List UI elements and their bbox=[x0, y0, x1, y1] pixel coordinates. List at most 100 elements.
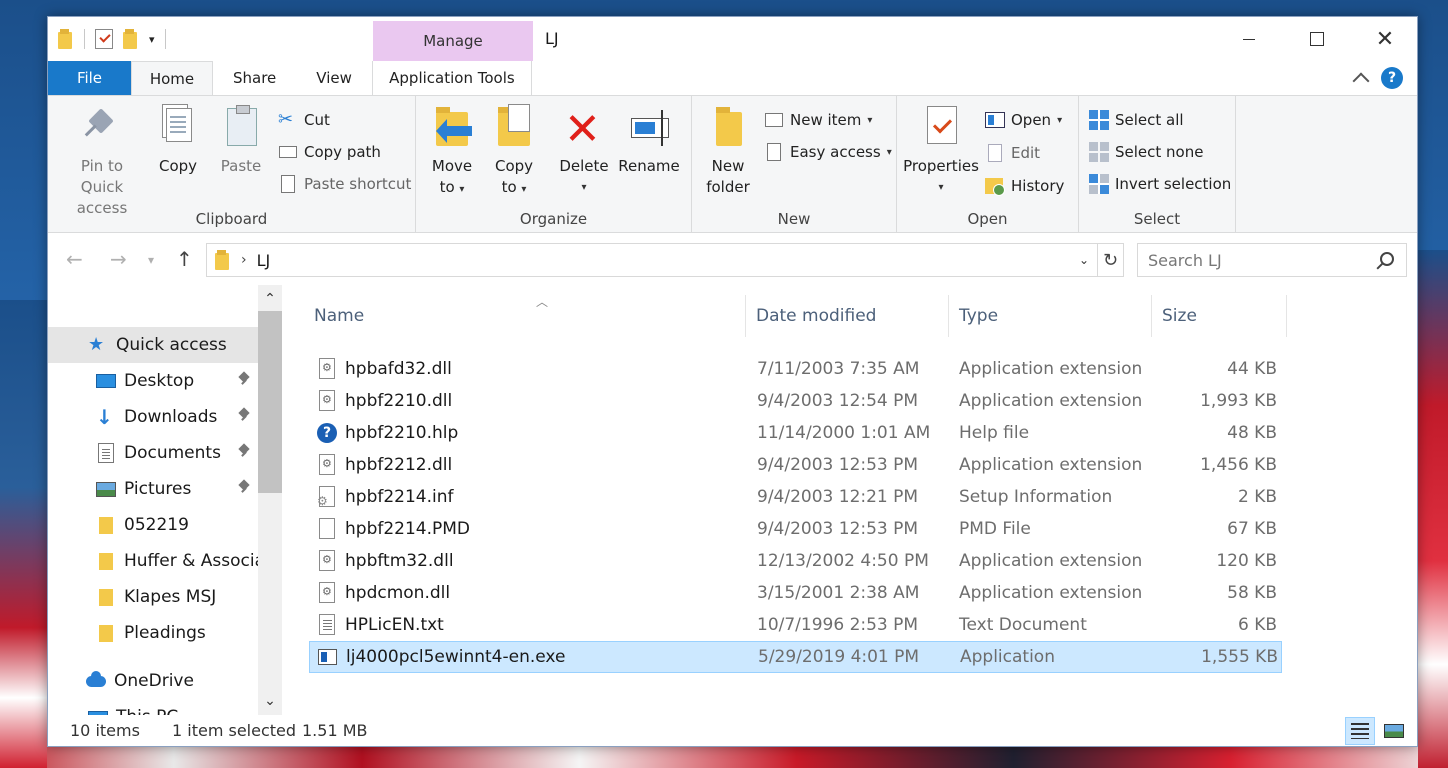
nav-item-pleadings[interactable]: Pleadings bbox=[48, 615, 258, 651]
paste-button[interactable]: Paste bbox=[214, 104, 268, 177]
status-bar: 10 items 1 item selected 1.51 MB bbox=[48, 715, 1417, 746]
dll-file-icon bbox=[317, 582, 337, 604]
collapse-ribbon-icon[interactable] bbox=[1352, 72, 1370, 90]
open-icon bbox=[985, 110, 1005, 130]
table-row[interactable]: hpbf2214.PMD 9/4/2003 12:53 PM PMD File … bbox=[309, 513, 1282, 545]
easy-access-label: Easy access bbox=[790, 143, 881, 161]
application-file-icon bbox=[318, 646, 338, 668]
sort-ascending-icon: ︿ bbox=[536, 295, 549, 309]
copy-path-button[interactable]: Copy path bbox=[278, 138, 381, 166]
tab-application-tools[interactable]: Application Tools bbox=[371, 61, 532, 95]
table-row[interactable]: hpdcmon.dll 3/15/2001 2:38 AM Applicatio… bbox=[309, 577, 1282, 609]
column-header-size[interactable]: Size bbox=[1152, 295, 1287, 337]
history-button[interactable]: History bbox=[985, 172, 1064, 200]
minimize-button[interactable] bbox=[1215, 17, 1283, 61]
open-label: Open bbox=[1011, 111, 1052, 129]
nav-item-desktop[interactable]: Desktop bbox=[48, 363, 258, 399]
forward-button[interactable]: → bbox=[110, 247, 127, 271]
pin-icon[interactable] bbox=[238, 481, 250, 493]
new-item-button[interactable]: New item ▾ bbox=[764, 106, 872, 134]
nav-item-huffer-associates[interactable]: Huffer & Associa bbox=[48, 543, 258, 579]
scroll-up-icon[interactable]: ⌃ bbox=[258, 287, 282, 311]
nav-item-klapes-msj[interactable]: Klapes MSJ bbox=[48, 579, 258, 615]
easy-access-button[interactable]: Easy access ▾ bbox=[764, 138, 892, 166]
tab-view[interactable]: View bbox=[296, 61, 372, 95]
table-row[interactable]: HPLicEN.txt 10/7/1996 2:53 PM Text Docum… bbox=[309, 609, 1282, 641]
folder-icon[interactable] bbox=[58, 29, 74, 49]
pin-icon[interactable] bbox=[238, 409, 250, 421]
column-header-label: Name bbox=[314, 306, 365, 326]
onedrive-icon bbox=[86, 671, 106, 691]
nav-item-pictures[interactable]: Pictures bbox=[48, 471, 258, 507]
navpane-scrollbar[interactable]: ⌃ ⌄ bbox=[258, 285, 282, 715]
nav-item-downloads[interactable]: ↓ Downloads bbox=[48, 399, 258, 435]
back-button[interactable]: ← bbox=[66, 247, 83, 271]
new-folder-icon[interactable] bbox=[123, 29, 139, 49]
copy-to-button[interactable]: Copy to ▾ bbox=[488, 104, 540, 200]
rename-button[interactable]: Rename bbox=[616, 104, 682, 177]
pin-icon[interactable] bbox=[238, 373, 250, 385]
tab-share[interactable]: Share bbox=[213, 61, 296, 95]
table-row[interactable]: hpbftm32.dll 12/13/2002 4:50 PM Applicat… bbox=[309, 545, 1282, 577]
paste-shortcut-label: Paste shortcut bbox=[304, 175, 412, 193]
refresh-icon[interactable]: ↻ bbox=[1097, 244, 1123, 276]
table-row[interactable]: ? hpbf2210.hlp 11/14/2000 1:01 AM Help fi… bbox=[309, 417, 1282, 449]
delete-button[interactable]: ✕ Delete ▾ bbox=[558, 104, 610, 198]
large-icons-view-button[interactable] bbox=[1379, 717, 1409, 745]
rename-label: Rename bbox=[618, 157, 680, 175]
table-row[interactable]: hpbf2210.dll 9/4/2003 12:54 PM Applicati… bbox=[309, 385, 1282, 417]
help-icon[interactable]: ? bbox=[1381, 67, 1403, 89]
pin-to-quick-access-button[interactable]: Pin to Quick access bbox=[58, 104, 146, 219]
invert-selection-button[interactable]: Invert selection bbox=[1089, 170, 1231, 198]
column-header-type[interactable]: Type bbox=[949, 295, 1152, 337]
table-row[interactable]: hpbf2212.dll 9/4/2003 12:53 PM Applicati… bbox=[309, 449, 1282, 481]
invert-selection-label: Invert selection bbox=[1115, 175, 1232, 193]
details-view-button[interactable] bbox=[1345, 717, 1375, 745]
open-button[interactable]: Open ▾ bbox=[985, 106, 1062, 134]
breadcrumb-current[interactable]: LJ bbox=[257, 251, 271, 270]
cut-button[interactable]: ✂ Cut bbox=[278, 106, 330, 134]
file-name-cell: hpbftm32.dll bbox=[317, 550, 454, 572]
tab-file[interactable]: File bbox=[48, 61, 131, 95]
new-folder-button[interactable]: New folder bbox=[702, 104, 754, 198]
address-dropdown-icon[interactable]: ⌄ bbox=[1071, 253, 1097, 267]
nav-item-quick-access[interactable]: ★ Quick access bbox=[48, 327, 258, 363]
large-icons-view-icon bbox=[1384, 724, 1404, 738]
file-size: 6 KB bbox=[1237, 615, 1277, 635]
copy-button[interactable]: Copy bbox=[152, 104, 204, 177]
select-all-button[interactable]: Select all bbox=[1089, 106, 1184, 134]
edit-button[interactable]: Edit bbox=[985, 139, 1040, 167]
table-row[interactable]: hpbf2214.inf 9/4/2003 12:21 PM Setup Inf… bbox=[309, 481, 1282, 513]
file-name-cell: hpbf2210.dll bbox=[317, 390, 452, 412]
delete-dropdown-icon: ▾ bbox=[581, 182, 587, 193]
properties-dropdown-icon: ▾ bbox=[938, 182, 944, 193]
move-to-button[interactable]: Move to ▾ bbox=[426, 104, 478, 200]
table-row-selected[interactable]: lj4000pcl5ewinnt4-en.exe 5/29/2019 4:01 … bbox=[309, 641, 1282, 673]
properties-icon bbox=[921, 104, 961, 152]
search-icon[interactable] bbox=[1380, 252, 1394, 266]
paste-shortcut-button[interactable]: Paste shortcut bbox=[278, 170, 411, 198]
address-bar[interactable]: › LJ ⌄ ↻ bbox=[206, 243, 1124, 277]
properties-icon[interactable] bbox=[95, 29, 113, 49]
maximize-button[interactable] bbox=[1283, 17, 1351, 61]
up-button[interactable]: ↑ bbox=[176, 247, 193, 271]
column-header-date[interactable]: Date modified bbox=[746, 295, 949, 337]
breadcrumb-chevron-icon[interactable]: › bbox=[241, 252, 247, 268]
select-none-icon bbox=[1089, 142, 1109, 162]
nav-item-onedrive[interactable]: OneDrive bbox=[48, 663, 258, 699]
customize-toolbar-icon[interactable]: ▾ bbox=[149, 33, 155, 46]
close-button[interactable]: ✕ bbox=[1351, 17, 1417, 61]
tab-home[interactable]: Home bbox=[131, 61, 213, 95]
table-row[interactable]: hpbafd32.dll 7/11/2003 7:35 AM Applicati… bbox=[309, 353, 1282, 385]
nav-item-documents[interactable]: Documents bbox=[48, 435, 258, 471]
select-all-label: Select all bbox=[1115, 111, 1184, 129]
recent-locations-button[interactable]: ▾ bbox=[148, 253, 154, 267]
properties-button[interactable]: Properties ▾ bbox=[903, 104, 979, 198]
search-input[interactable]: Search LJ bbox=[1137, 243, 1407, 277]
column-header-name[interactable]: Name ︿ bbox=[304, 295, 746, 337]
scroll-down-icon[interactable]: ⌄ bbox=[258, 689, 282, 713]
nav-item-052219[interactable]: 052219 bbox=[48, 507, 258, 543]
pin-icon[interactable] bbox=[238, 445, 250, 457]
scrollbar-thumb[interactable] bbox=[258, 311, 282, 493]
select-none-button[interactable]: Select none bbox=[1089, 138, 1203, 166]
